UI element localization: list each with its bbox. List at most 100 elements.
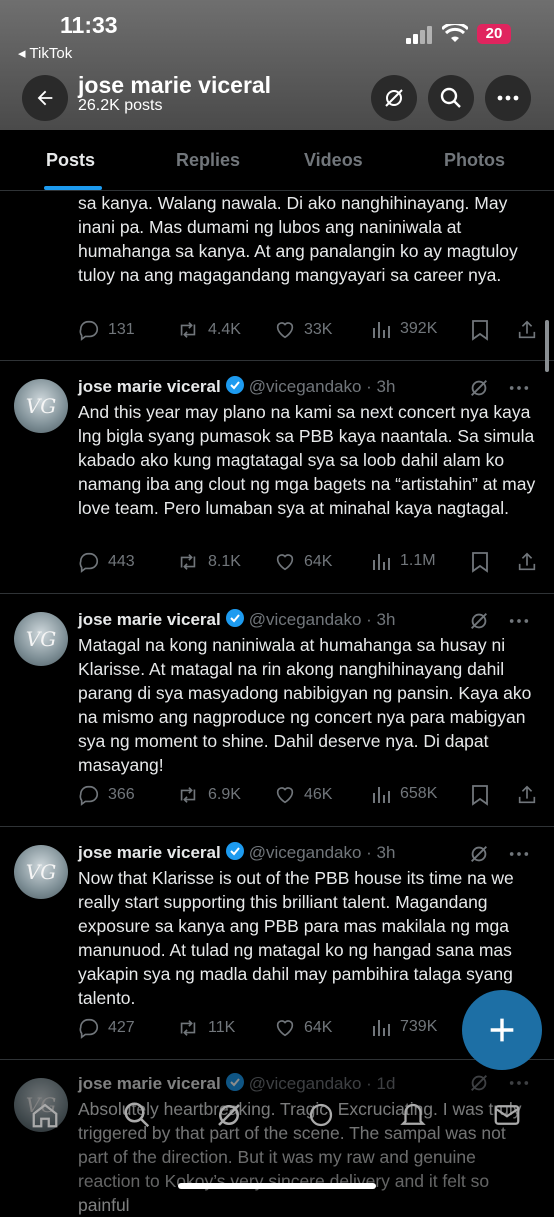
- repost-count: 6.9K: [208, 786, 241, 803]
- tab-photos[interactable]: Photos: [444, 150, 505, 171]
- post-text: Now that Klarisse is out of the PBB hous…: [78, 868, 514, 1008]
- bookmark-button[interactable]: [470, 784, 490, 806]
- author-handle[interactable]: @vicegandako · 3h: [249, 377, 396, 396]
- reply-icon: [79, 552, 99, 573]
- search-button[interactable]: [428, 75, 474, 121]
- views-icon: [373, 322, 390, 338]
- reply-button[interactable]: 443: [78, 551, 135, 573]
- reply-button[interactable]: 366: [78, 784, 135, 806]
- post-text: Matagal na kong naniniwala at humahanga …: [78, 635, 532, 775]
- grok-icon[interactable]: [468, 610, 490, 632]
- back-button[interactable]: [22, 75, 68, 121]
- profile-tabs: Posts Replies Videos Photos: [0, 130, 554, 191]
- post-more-icon[interactable]: [508, 377, 530, 399]
- more-button[interactable]: [485, 75, 531, 121]
- bookmark-button[interactable]: [470, 319, 490, 341]
- verified-badge-icon: [225, 609, 244, 627]
- tab-posts[interactable]: Posts: [46, 150, 95, 171]
- heart-icon: [276, 322, 294, 339]
- repost-count: 11K: [208, 1019, 236, 1036]
- post-actions: 443 8.1K 64K 1.1M: [78, 551, 538, 575]
- tab-videos[interactable]: Videos: [304, 150, 363, 171]
- post-meta: jose marie viceral @vicegandako · 3h: [78, 375, 395, 397]
- profile-header: 11:33 ◂ TikTok 20 jose marie viceral 26.…: [0, 0, 554, 130]
- status-time: 11:33: [60, 12, 118, 38]
- grok-icon: [385, 89, 403, 107]
- bookmark-icon: [472, 785, 488, 806]
- more-horizontal-icon: [497, 95, 519, 101]
- like-button[interactable]: 46K: [274, 784, 332, 806]
- reply-count: 427: [108, 1019, 135, 1036]
- home-icon[interactable]: [30, 1100, 60, 1130]
- reply-button[interactable]: 427: [78, 1017, 135, 1039]
- repost-count: 4.4K: [208, 321, 241, 338]
- post-text: sa kanya. Walang nawala. Di ako nanghihi…: [78, 193, 518, 285]
- bookmark-button[interactable]: [470, 551, 490, 573]
- post-more-icon[interactable]: [508, 843, 530, 865]
- views-icon: [373, 787, 390, 803]
- search-icon[interactable]: [122, 1100, 152, 1130]
- grok-button[interactable]: [371, 75, 417, 121]
- verified-badge-icon: [225, 842, 244, 860]
- like-count: 33K: [304, 321, 333, 338]
- repost-button[interactable]: 11K: [176, 1017, 235, 1039]
- like-button[interactable]: 33K: [274, 319, 332, 341]
- views-button[interactable]: 658K: [372, 784, 437, 804]
- profile-name: jose marie viceral: [78, 72, 272, 98]
- post-text: And this year may plano na kami sa next …: [78, 402, 536, 518]
- post-meta: jose marie viceral @vicegandako · 3h: [78, 608, 395, 630]
- like-button[interactable]: 64K: [274, 551, 332, 573]
- posts-count: 26.2K posts: [78, 97, 163, 114]
- repost-icon: [180, 554, 196, 570]
- avatar[interactable]: VG: [14, 379, 68, 433]
- avatar[interactable]: VG: [14, 845, 68, 899]
- post-item[interactable]: VG jose marie viceral @vicegandako · 3h M…: [0, 594, 554, 827]
- post-item[interactable]: VG jose marie viceral @vicegandako · 3h A…: [0, 361, 554, 594]
- back-to-app-link[interactable]: ◂ TikTok: [18, 44, 72, 62]
- share-button[interactable]: [516, 784, 538, 806]
- grok-icon[interactable]: [468, 377, 490, 399]
- repost-button[interactable]: 4.4K: [176, 319, 241, 341]
- tab-replies[interactable]: Replies: [176, 150, 240, 171]
- reply-count: 131: [108, 321, 135, 338]
- repost-button[interactable]: 8.1K: [176, 551, 241, 573]
- like-count: 64K: [304, 1019, 333, 1036]
- grok-icon[interactable]: [214, 1100, 244, 1130]
- author-handle[interactable]: @vicegandako · 3h: [249, 610, 396, 629]
- repost-button[interactable]: 6.9K: [176, 784, 241, 806]
- reply-count: 443: [108, 553, 135, 570]
- heart-icon: [276, 554, 294, 571]
- compose-button[interactable]: [462, 990, 542, 1070]
- post-meta: jose marie viceral @vicegandako · 3h: [78, 841, 395, 863]
- author-name[interactable]: jose marie viceral: [78, 610, 221, 629]
- post-item[interactable]: sa kanya. Walang nawala. Di ako nanghihi…: [0, 191, 554, 361]
- notifications-icon[interactable]: [398, 1100, 428, 1130]
- reply-icon: [79, 320, 99, 341]
- wifi-icon: [442, 24, 468, 42]
- views-button[interactable]: 1.1M: [372, 551, 436, 571]
- share-button[interactable]: [516, 551, 538, 573]
- views-button[interactable]: 392K: [372, 319, 437, 339]
- like-button[interactable]: 64K: [274, 1017, 332, 1039]
- like-count: 46K: [304, 786, 333, 803]
- reply-icon: [79, 785, 99, 806]
- repost-count: 8.1K: [208, 553, 241, 570]
- search-icon: [440, 87, 461, 108]
- author-name[interactable]: jose marie viceral: [78, 377, 221, 396]
- messages-icon[interactable]: [492, 1100, 522, 1130]
- reply-button[interactable]: 131: [78, 319, 135, 341]
- heart-icon: [276, 1020, 294, 1037]
- repost-icon: [180, 1020, 196, 1036]
- post-more-icon[interactable]: [508, 610, 530, 632]
- views-button[interactable]: 739K: [372, 1017, 437, 1037]
- author-name[interactable]: jose marie viceral: [78, 843, 221, 862]
- views-count: 392K: [400, 320, 438, 337]
- communities-icon[interactable]: [306, 1100, 336, 1130]
- scrollbar[interactable]: [545, 320, 549, 372]
- share-button[interactable]: [516, 319, 538, 341]
- reply-count: 366: [108, 786, 135, 803]
- grok-icon[interactable]: [468, 843, 490, 865]
- author-handle[interactable]: @vicegandako · 3h: [249, 843, 396, 862]
- avatar[interactable]: VG: [14, 612, 68, 666]
- bookmark-icon: [472, 320, 488, 341]
